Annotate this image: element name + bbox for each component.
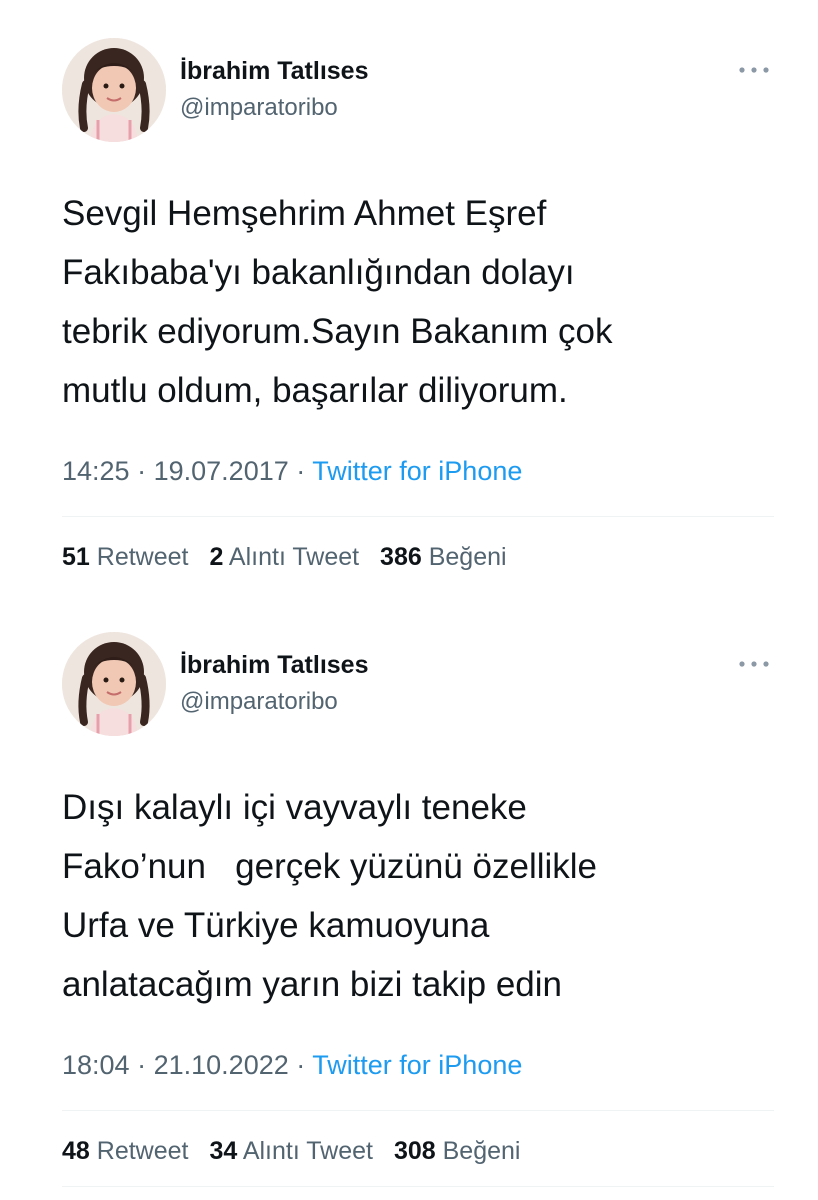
- divider: [62, 1186, 774, 1187]
- like-label: Beğeni: [442, 1137, 521, 1165]
- like-label: Beğeni: [428, 543, 507, 571]
- tweet-source-link[interactable]: Twitter for iPhone: [312, 456, 522, 486]
- author-name[interactable]: İbrahim Tatlıses: [180, 56, 369, 86]
- tweet-text: Sevgil Hemşehrim Ahmet Eşref Fakıbaba'yı…: [62, 184, 782, 420]
- avatar-photo: [62, 38, 166, 142]
- divider: [62, 516, 774, 517]
- tweet-date[interactable]: 21.10.2022: [154, 1050, 289, 1080]
- meta-separator: ·: [296, 1050, 306, 1080]
- tweet-stats: 48 Retweet 34 Alıntı Tweet 308 Beğeni: [62, 1134, 534, 1168]
- tweet-text-line: Dışı kalaylı içi vayvaylı teneke: [62, 788, 527, 827]
- author-name[interactable]: İbrahim Tatlıses: [180, 650, 369, 680]
- tweet-meta: 14:25 · 19.07.2017 · Twitter for iPhone: [62, 454, 522, 488]
- quote-count[interactable]: 2 Alıntı Tweet: [209, 540, 359, 574]
- quote-label: Alıntı Tweet: [228, 543, 360, 571]
- retweet-count[interactable]: 51 Retweet: [62, 540, 188, 574]
- tweet-stats: 51 Retweet 2 Alıntı Tweet 386 Beğeni: [62, 540, 521, 574]
- author-handle[interactable]: @imparatoribo: [180, 93, 338, 123]
- retweet-number: 48: [62, 1137, 90, 1165]
- meta-separator: ·: [296, 456, 306, 486]
- quote-number: 2: [209, 543, 224, 571]
- meta-separator: ·: [137, 1050, 147, 1080]
- like-number: 386: [380, 543, 422, 571]
- tweet-text-line: Fako’nun gerçek yüzünü özellikle: [62, 847, 598, 886]
- tweet-text-line: tebrik ediyorum.Sayın Bakanım çok: [62, 312, 613, 351]
- avatar[interactable]: [62, 632, 166, 736]
- tweet-date[interactable]: 19.07.2017: [154, 456, 289, 486]
- meta-separator: ·: [137, 456, 147, 486]
- like-number: 308: [393, 1137, 436, 1165]
- avatar[interactable]: [62, 38, 166, 142]
- tweet-source-link[interactable]: Twitter for iPhone: [312, 1050, 522, 1080]
- tweet-time[interactable]: 14:25: [62, 456, 130, 486]
- tweet-text-line: anlatacağım yarın bizi takip edin: [62, 965, 562, 1004]
- tweet-text-line: Urfa ve Türkiye kamuoyuna: [62, 906, 490, 945]
- author-handle[interactable]: @imparatoribo: [180, 687, 338, 717]
- retweet-number: 51: [62, 543, 90, 571]
- retweet-count[interactable]: 48 Retweet: [62, 1134, 188, 1168]
- more-options-icon[interactable]: [736, 58, 772, 82]
- quote-count[interactable]: 34 Alıntı Tweet: [209, 1134, 373, 1168]
- tweet-time[interactable]: 18:04: [62, 1050, 130, 1080]
- like-count[interactable]: 308 Beğeni: [394, 1134, 521, 1168]
- avatar-photo: [62, 632, 166, 736]
- tweet-text: Dışı kalaylı içi vayvaylı teneke Fako’nu…: [62, 778, 782, 1014]
- like-count[interactable]: 386 Beğeni: [380, 540, 507, 574]
- quote-number: 34: [209, 1137, 238, 1165]
- retweet-label: Retweet: [96, 1137, 189, 1165]
- more-options-icon[interactable]: [736, 652, 772, 676]
- tweet-meta: 18:04 · 21.10.2022 · Twitter for iPhone: [62, 1048, 522, 1082]
- retweet-label: Retweet: [96, 543, 189, 571]
- tweet-text-line: mutlu oldum, başarılar diliyorum.: [62, 371, 568, 410]
- tweet-text-line: Fakıbaba'yı bakanlığından dolayı: [62, 253, 575, 292]
- tweet-text-line: Sevgil Hemşehrim Ahmet Eşref: [62, 194, 547, 233]
- divider: [62, 1110, 774, 1111]
- quote-label: Alıntı Tweet: [242, 1137, 373, 1165]
